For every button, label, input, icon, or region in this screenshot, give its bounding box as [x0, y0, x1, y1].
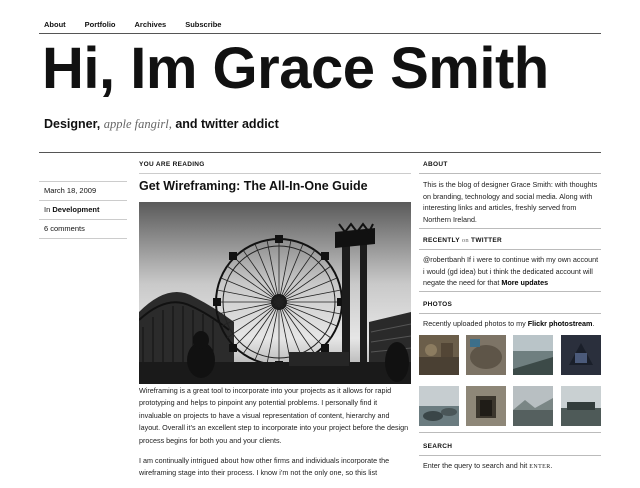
more-updates-link[interactable]: More updates [501, 278, 548, 287]
twitter-heading-recently: RECENTLY [423, 237, 460, 244]
post-category-link[interactable]: Development [52, 205, 99, 214]
sidebar-photos-text: Recently uploaded photos to my Flickr ph… [423, 318, 601, 330]
flickr-thumb-7[interactable] [513, 386, 553, 426]
tagline-designer: Designer, [44, 117, 101, 131]
header-bottom-divider [39, 152, 601, 153]
sidebar-twitter-divider [419, 249, 601, 250]
post-paragraph-2: I am continually intrigued about how oth… [139, 456, 390, 478]
site-title[interactable]: Hi, Im Grace Smith [42, 40, 549, 98]
flickr-thumb-5[interactable] [419, 386, 459, 426]
post-category-row: In Development [39, 201, 127, 220]
post-paragraph-1: Wireframing is a great tool to incorpora… [139, 386, 409, 445]
flickr-thumb-4[interactable] [561, 335, 601, 375]
flickr-thumb-6[interactable] [466, 386, 506, 426]
photos-text-period: . [592, 319, 595, 328]
post-comments-link[interactable]: 6 comments [39, 220, 127, 239]
sidebar-twitter-top-divider [419, 228, 601, 229]
post-meta: March 18, 2009 In Development 6 comments [39, 181, 127, 239]
sidebar-search-top-divider [419, 432, 601, 433]
tagline-apple-fangirl: apple fangirl, [103, 117, 172, 131]
sidebar-about-divider [419, 173, 601, 174]
flickr-thumb-2[interactable] [466, 335, 506, 375]
post-date: March 18, 2009 [39, 181, 127, 201]
ferris-wheel-photo [139, 202, 411, 384]
sidebar-search-divider [419, 455, 601, 456]
you-are-reading-label: YOU ARE READING [139, 161, 205, 168]
kicker-divider [139, 173, 411, 174]
post-body: Wireframing is a great tool to incorpora… [139, 385, 411, 488]
sidebar-photos-top-divider [419, 291, 601, 292]
photos-text: Recently uploaded photos to my [423, 319, 526, 328]
nav-about-link[interactable]: About [44, 20, 66, 29]
post-title[interactable]: Get Wireframing: The All-In-One Guide [139, 179, 368, 193]
sidebar-search-text: Enter the query to search and hit ENTER. [423, 460, 601, 474]
nav-subscribe-link[interactable]: Subscribe [185, 20, 221, 29]
sidebar-photos-divider [419, 313, 601, 314]
search-text-period: . [550, 461, 553, 470]
sidebar-about-text: This is the blog of designer Grace Smith… [423, 180, 598, 224]
sidebar-photos-heading: PHOTOS [423, 301, 453, 308]
nav-archives-link[interactable]: Archives [135, 20, 167, 29]
flickr-thumb-3[interactable] [513, 335, 553, 375]
sidebar-tweet: @robertbanh If i were to continue with m… [423, 254, 601, 289]
twitter-heading-twitter: TWITTER [471, 237, 503, 244]
search-enter-key: ENTER [529, 464, 551, 470]
twitter-heading-on: on [461, 237, 469, 244]
sidebar-search-heading: SEARCH [423, 443, 453, 450]
site-tagline: Designer, apple fangirl, and twitter add… [44, 117, 279, 132]
header-top-divider [39, 33, 601, 34]
tagline-twitter-addict: and twitter addict [175, 117, 279, 131]
search-instruction: Enter the query to search and hit [423, 461, 528, 470]
post-category-label: In [44, 205, 51, 214]
flickr-thumb-8[interactable] [561, 386, 601, 426]
sidebar-twitter-heading: RECENTLY on TWITTER [423, 237, 502, 244]
sidebar-about-heading: ABOUT [423, 161, 448, 168]
nav-portfolio-link[interactable]: Portfolio [85, 20, 116, 29]
flickr-photostream-link[interactable]: Flickr photostream [528, 319, 593, 328]
flickr-thumb-1[interactable] [419, 335, 459, 375]
top-nav: About Portfolio Archives Subscribe [44, 20, 240, 29]
